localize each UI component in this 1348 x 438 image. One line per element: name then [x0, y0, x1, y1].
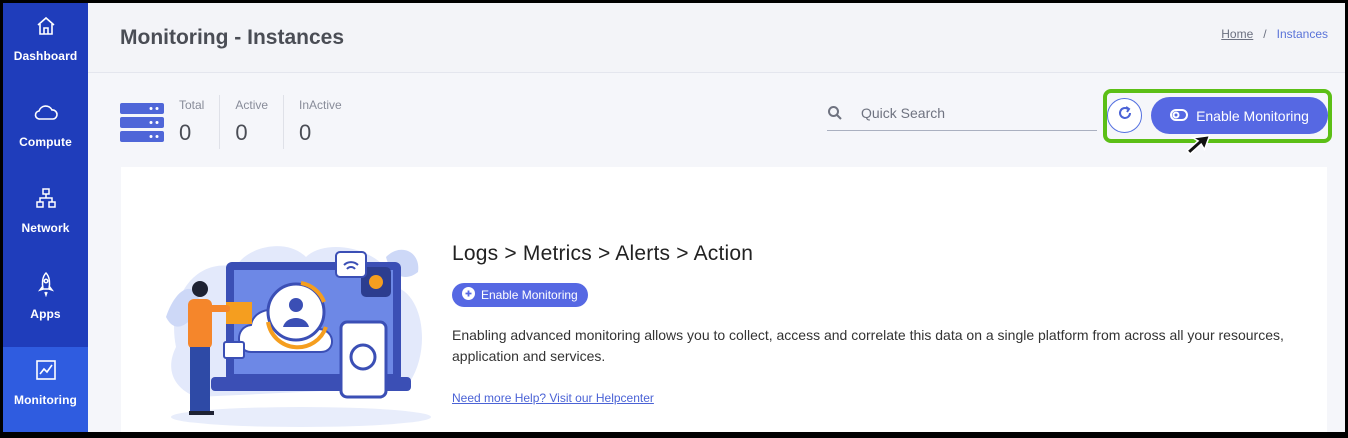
page-header: Monitoring - Instances Home / Instances [88, 3, 1345, 73]
chart-icon [33, 357, 59, 383]
stat-inactive: InActive 0 [299, 95, 357, 149]
refresh-button[interactable] [1107, 98, 1142, 133]
sidebar: Dashboard Compute Network Apps Monitorin… [3, 3, 88, 433]
breadcrumb-home-link[interactable]: Home [1221, 27, 1253, 41]
breadcrumb-separator: / [1263, 27, 1267, 41]
stat-label: InActive [299, 98, 342, 112]
search-icon [827, 105, 843, 121]
breadcrumb: Home / Instances [1221, 27, 1328, 41]
stat-value: 0 [179, 120, 192, 145]
window-frame-bottom [0, 432, 1348, 438]
page-title: Monitoring - Instances [120, 26, 345, 49]
empty-state-description: Enabling advanced monitoring allows you … [452, 327, 1284, 364]
monitoring-illustration [156, 227, 446, 437]
rocket-icon [33, 271, 59, 297]
sidebar-item-label: Network [21, 221, 70, 235]
stat-label: Active [235, 98, 269, 112]
search-input[interactable] [861, 102, 1091, 124]
instance-stats: Total 0 Active 0 InActive 0 [120, 95, 372, 149]
cloud-icon [33, 99, 59, 125]
breadcrumb-current: Instances [1276, 27, 1328, 41]
sidebar-item-dashboard[interactable]: Dashboard [3, 3, 88, 89]
stat-active: Active 0 [235, 95, 285, 149]
sidebar-item-label: Apps [30, 307, 61, 321]
sidebar-item-label: Compute [19, 135, 72, 149]
toggle-icon [1170, 108, 1189, 124]
enable-monitoring-button[interactable]: Enable Monitoring [1151, 97, 1328, 134]
server-icon [120, 103, 164, 143]
stat-value: 0 [299, 120, 312, 145]
sidebar-item-compute[interactable]: Compute [3, 89, 88, 175]
empty-state-heading: Logs > Metrics > Alerts > Action [452, 242, 754, 265]
sidebar-item-label: Dashboard [13, 49, 78, 63]
mouse-cursor-icon [1185, 130, 1211, 158]
helpcenter-link[interactable]: Need more Help? Visit our Helpcenter [452, 391, 654, 405]
sidebar-item-apps[interactable]: Apps [3, 261, 88, 347]
stat-label: Total [179, 98, 205, 112]
empty-state-card: Logs > Metrics > Alerts > Action Enable … [121, 167, 1327, 437]
network-icon [33, 185, 59, 211]
empty-state-content: Logs > Metrics > Alerts > Action Enable … [452, 242, 1312, 407]
home-icon [33, 13, 59, 39]
enable-monitoring-pill-button[interactable]: Enable Monitoring [452, 283, 588, 307]
stat-total: Total 0 [179, 95, 221, 149]
enable-monitoring-label: Enable Monitoring [1196, 107, 1309, 124]
stat-value: 0 [235, 120, 248, 145]
sidebar-item-network[interactable]: Network [3, 175, 88, 261]
enable-monitoring-pill-label: Enable Monitoring [481, 288, 578, 302]
quick-search [827, 98, 1097, 131]
plus-circle-icon [462, 287, 475, 303]
sidebar-item-monitoring[interactable]: Monitoring [3, 347, 88, 433]
refresh-icon [1117, 105, 1133, 126]
sidebar-item-label: Monitoring [14, 393, 77, 407]
